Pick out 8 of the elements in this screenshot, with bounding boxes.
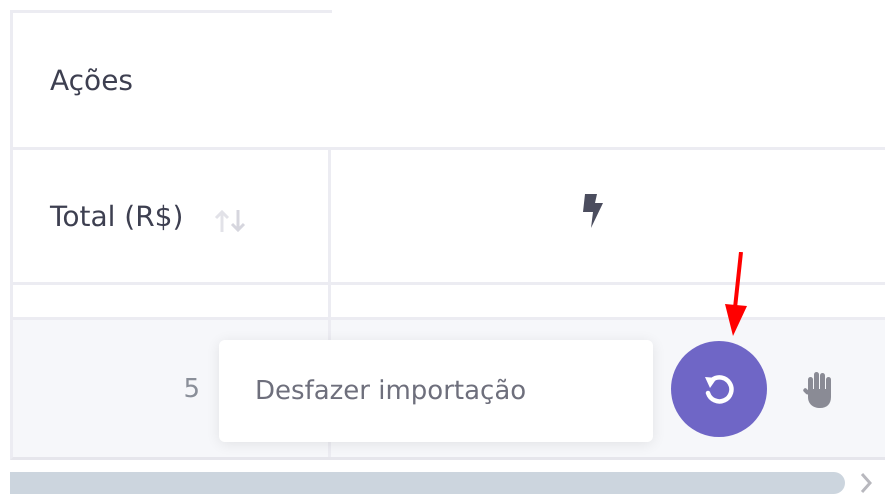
column-group-header: Ações — [50, 64, 134, 96]
column-header: Total (R$) — [50, 200, 184, 232]
lightning-icon — [581, 194, 605, 228]
chevron-right-icon[interactable] — [859, 472, 873, 494]
horizontal-scrollbar[interactable] — [10, 472, 845, 494]
sort-icon[interactable] — [213, 208, 248, 234]
table-cell: 5 — [183, 374, 200, 404]
tooltip: Desfazer importação — [219, 340, 653, 442]
